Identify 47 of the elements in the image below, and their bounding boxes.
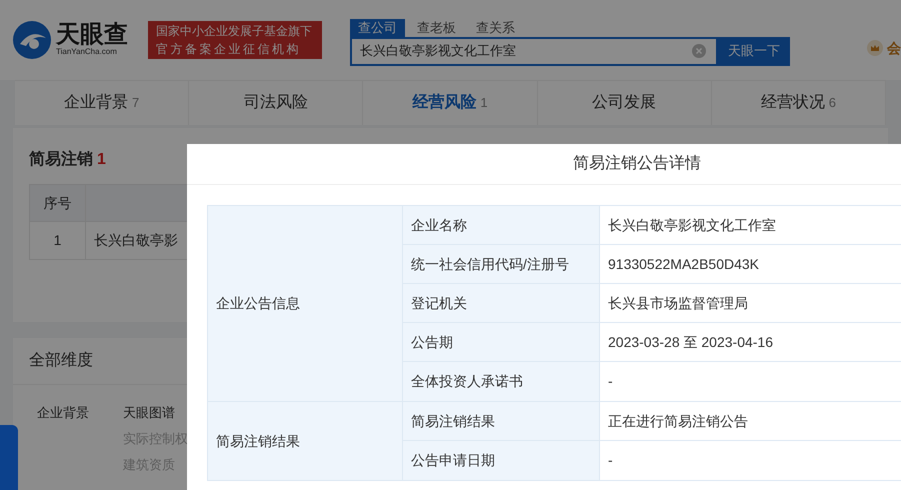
modal-title: 简易注销公告详情: [573, 154, 701, 174]
logo-name: 天眼查: [56, 23, 128, 47]
slogan-text: 国家中小企业发展子基金旗下: [156, 23, 313, 40]
tab-count: 1: [480, 94, 488, 112]
dimension-title: 全部维度: [29, 350, 93, 371]
nav-tab[interactable]: 企业背景 7: [15, 81, 190, 125]
logo-domain: TianYanCha.com: [56, 47, 118, 57]
section-title: 简易注销: [29, 149, 93, 170]
crown-icon: [867, 40, 883, 56]
field-label-cell: 统一社会信用代码/注册号: [403, 245, 600, 283]
table-cell: 1: [30, 222, 86, 259]
field-label-cell: 简易注销结果: [403, 402, 600, 440]
column-header: 序号: [30, 185, 86, 221]
field-label-cell: 公告申请日期: [403, 441, 600, 480]
section-count: 1: [97, 150, 106, 170]
slogan-text: 官方备案企业征信机构: [156, 41, 302, 58]
dimension-group-label: 企业背景: [37, 405, 90, 422]
field-value-cell-text: -: [607, 451, 614, 470]
search-field[interactable]: 长兴白敬亭影视文化工作室: [350, 36, 718, 66]
dimension-link[interactable]: 天眼图谱: [123, 405, 188, 421]
search-tab[interactable]: 查老板: [409, 18, 464, 36]
field-value-cell-text: 91330522MA2B50D43K: [607, 254, 760, 274]
field-label-cell: 登记机关: [403, 284, 600, 322]
nav-tab[interactable]: 司法风险: [189, 81, 364, 125]
group-label-cell: 简易注销结果: [208, 402, 403, 480]
table-cell-text: 长兴白敬亭影: [93, 231, 179, 250]
group-label-cell: 企业公告信息: [208, 206, 403, 401]
eye-logo-icon: [12, 20, 52, 60]
tab-count: 6: [828, 94, 836, 112]
nav-tab[interactable]: 经营状况 6: [712, 81, 886, 125]
tab-count: 7: [132, 94, 140, 112]
nav-tab[interactable]: 公司发展: [538, 81, 712, 125]
nav-tab[interactable]: 经营风险 1: [363, 81, 538, 125]
field-value-cell-text: 2023-03-28 至 2023-04-16: [607, 332, 774, 352]
member-link[interactable]: 会: [887, 38, 901, 58]
search-tab[interactable]: 查关系: [468, 18, 523, 36]
field-value-cell-text: -: [607, 372, 614, 391]
floating-tab[interactable]: [0, 425, 18, 490]
field-value-cell-text: 长兴白敬亭影视文化工作室: [607, 216, 777, 234]
field-label-cell: 企业名称: [403, 206, 600, 244]
clear-icon[interactable]: [692, 44, 706, 58]
search-tab[interactable]: 查公司: [350, 18, 405, 36]
field-value-cell-text: 正在进行简易注销公告: [607, 412, 749, 430]
field-label-cell: 公告期: [403, 323, 600, 361]
search-button[interactable]: 天眼一下: [718, 36, 790, 66]
field-label-cell: 全体投资人承诺书: [403, 362, 600, 401]
field-value-cell-text: 长兴县市场监督管理局: [607, 294, 749, 312]
